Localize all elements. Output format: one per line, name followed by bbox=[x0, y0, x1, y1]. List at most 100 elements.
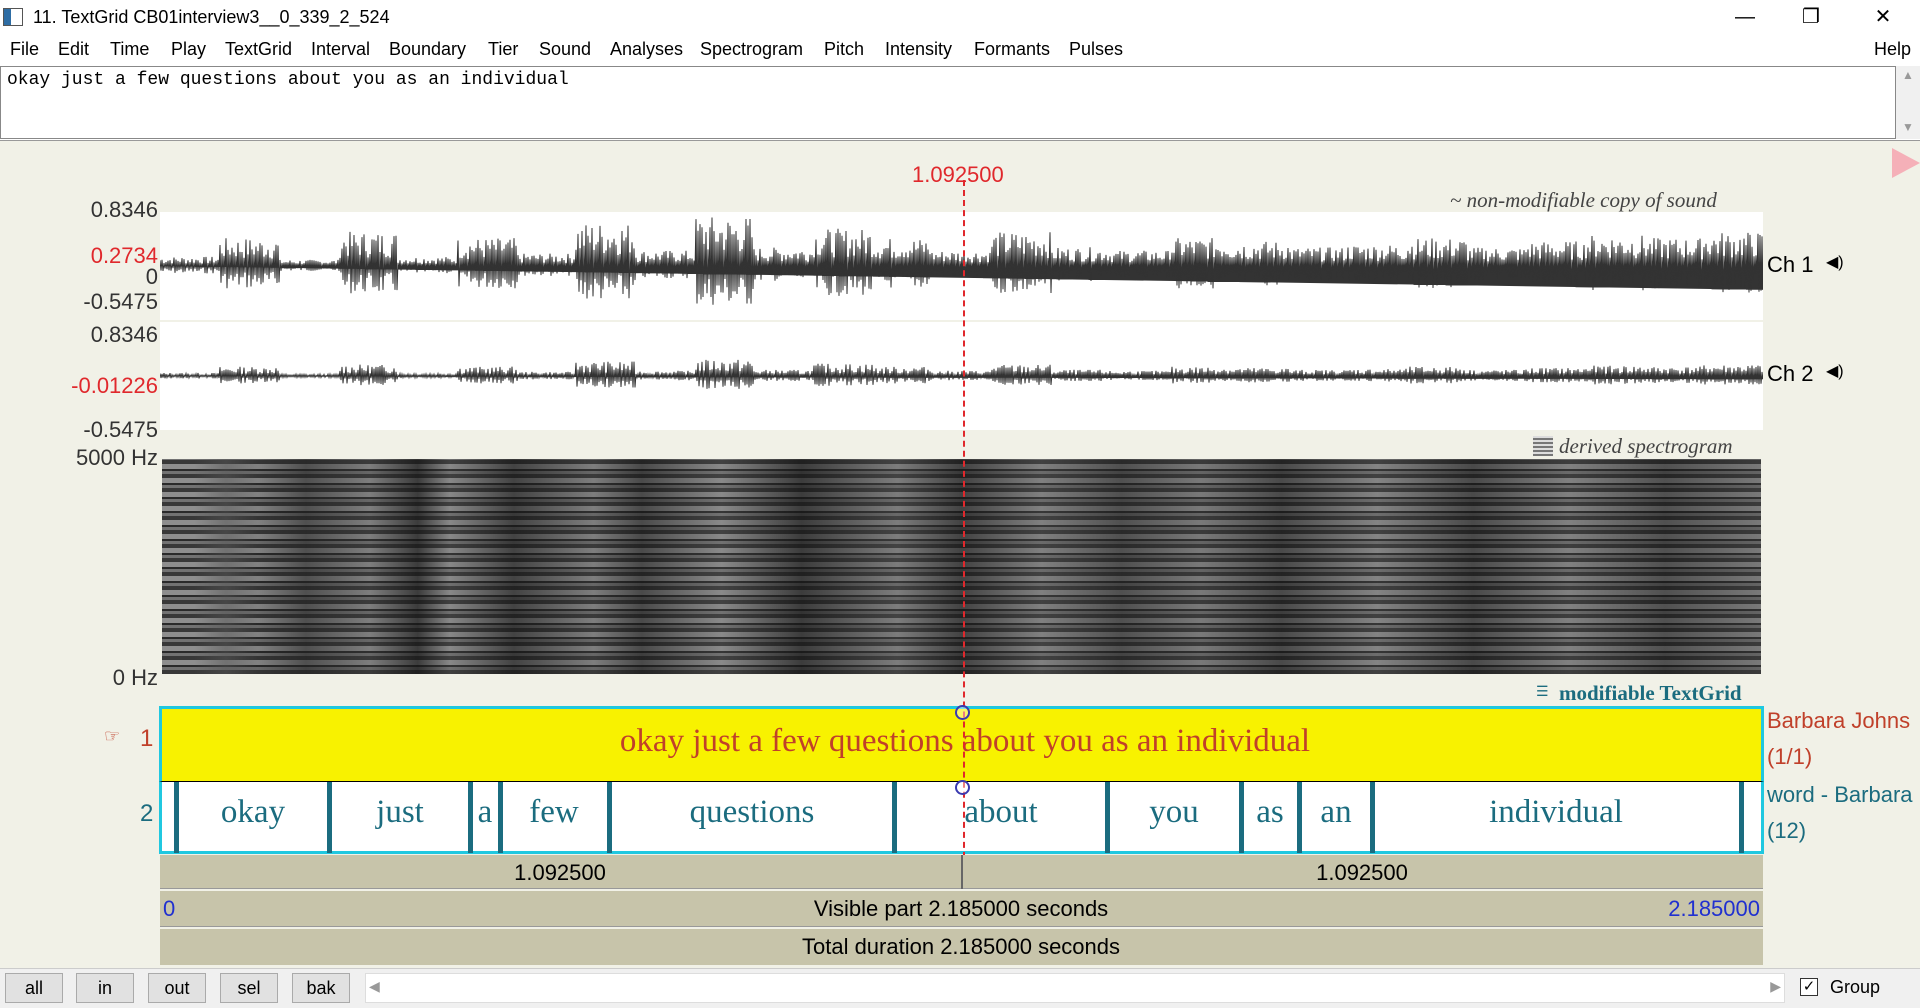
menu-analyses[interactable]: Analyses bbox=[610, 39, 683, 60]
menu-boundary[interactable]: Boundary bbox=[389, 39, 466, 60]
tier2-cursor-handle-icon[interactable] bbox=[955, 780, 970, 795]
spectrogram-image[interactable] bbox=[162, 459, 1761, 674]
menu-edit[interactable]: Edit bbox=[58, 39, 89, 60]
zoom-in-button[interactable]: in bbox=[76, 973, 134, 1003]
group-checkbox[interactable]: ✓ bbox=[1800, 978, 1818, 996]
total-duration-label[interactable]: Total duration 2.185000 seconds bbox=[802, 934, 1120, 960]
tier1-name[interactable]: Barbara Johns bbox=[1767, 708, 1910, 734]
ch1-max-label: 0.8346 bbox=[90, 197, 158, 222]
word-just[interactable]: just bbox=[376, 794, 424, 831]
play-triangle-icon[interactable] bbox=[1892, 148, 1920, 178]
app-icon bbox=[3, 8, 23, 26]
ch2-label: Ch 2 bbox=[1767, 361, 1814, 386]
menu-tier[interactable]: Tier bbox=[488, 39, 518, 60]
menu-textgrid[interactable]: TextGrid bbox=[225, 39, 292, 60]
zoom-sel-button[interactable]: sel bbox=[220, 973, 278, 1003]
selection-divider bbox=[961, 855, 963, 889]
cursor-time-label: 1.092500 bbox=[912, 162, 1004, 187]
word-a[interactable]: a bbox=[478, 794, 493, 831]
word-few[interactable]: few bbox=[529, 794, 578, 831]
restore-button[interactable]: ❐ bbox=[1788, 2, 1834, 32]
minimize-button[interactable]: — bbox=[1722, 2, 1768, 32]
scroll-up-icon[interactable]: ▲ bbox=[1902, 68, 1914, 82]
zoom-out-button[interactable]: out bbox=[148, 973, 206, 1003]
ch1-label: Ch 1 bbox=[1767, 252, 1814, 277]
tier2-number: 2 bbox=[140, 800, 154, 827]
tier1-count: (1/1) bbox=[1767, 744, 1813, 769]
tier2-boundary[interactable] bbox=[174, 782, 179, 853]
ch2-min-label: -0.5475 bbox=[83, 417, 158, 442]
menu-formants[interactable]: Formants bbox=[974, 39, 1050, 60]
selection-bar[interactable]: 1.092500 1.092500 bbox=[160, 855, 1763, 889]
tier1-text[interactable]: okay just a few questions about you as a… bbox=[620, 723, 1310, 760]
tier1-cursor-handle-icon[interactable] bbox=[955, 705, 970, 720]
close-button[interactable]: ✕ bbox=[1860, 2, 1906, 32]
menu-intensity[interactable]: Intensity bbox=[885, 39, 952, 60]
visible-part-label[interactable]: Visible part 2.185000 seconds bbox=[814, 896, 1108, 922]
sound-label: ~ non-modifiable copy of sound bbox=[1450, 188, 1717, 212]
tier2-name[interactable]: word - Barbara bbox=[1767, 782, 1913, 808]
tier2-boundary[interactable] bbox=[327, 782, 332, 853]
tier2-boundary[interactable] bbox=[1297, 782, 1302, 853]
tier2-boundary[interactable] bbox=[1370, 782, 1375, 853]
tier2-boundary[interactable] bbox=[1739, 782, 1744, 853]
spectrogram-top-label: 5000 Hz bbox=[76, 445, 158, 470]
textgrid-icon: ☰ bbox=[1536, 683, 1549, 699]
spectrogram-bottom-label: 0 Hz bbox=[112, 665, 158, 690]
zoom-all-button[interactable]: all bbox=[5, 973, 63, 1003]
total-duration-bar[interactable]: Total duration 2.185000 seconds bbox=[160, 929, 1763, 965]
channel-2-waveform[interactable] bbox=[159, 322, 1764, 430]
textgrid-label: modifiable TextGrid bbox=[1559, 681, 1742, 705]
interval-text-field[interactable]: okay just a few questions about you as a… bbox=[0, 66, 1896, 139]
scroll-right-icon[interactable]: ▶ bbox=[1770, 978, 1781, 995]
word-okay[interactable]: okay bbox=[221, 794, 285, 831]
tier2-boundary[interactable] bbox=[892, 782, 897, 853]
ch1-speaker-icon[interactable]: ◀) bbox=[1826, 252, 1844, 272]
word-individual[interactable]: individual bbox=[1489, 794, 1623, 831]
menu-file[interactable]: File bbox=[10, 39, 39, 60]
selection-left-duration[interactable]: 1.092500 bbox=[514, 860, 606, 886]
scroll-left-icon[interactable]: ◀ bbox=[369, 978, 380, 995]
word-about[interactable]: about bbox=[964, 794, 1037, 831]
tier1-number: 1 bbox=[140, 725, 154, 752]
tier1-pointer-icon: ☞ bbox=[104, 726, 121, 746]
tier2-count: (12) bbox=[1767, 818, 1807, 843]
menu-spectrogram[interactable]: Spectrogram bbox=[700, 39, 803, 60]
menu-pitch[interactable]: Pitch bbox=[824, 39, 864, 60]
tier2-boundary[interactable] bbox=[468, 782, 473, 853]
tier2-boundary[interactable] bbox=[607, 782, 612, 853]
title-bar: 11. TextGrid CB01interview3__0_339_2_524… bbox=[0, 0, 1920, 34]
ch1-min-label: -0.5475 bbox=[83, 289, 158, 314]
tier2-boundary[interactable] bbox=[1239, 782, 1244, 853]
menu-pulses[interactable]: Pulses bbox=[1069, 39, 1123, 60]
selection-right-duration[interactable]: 1.092500 bbox=[1316, 860, 1408, 886]
ch2-speaker-icon[interactable]: ◀) bbox=[1826, 361, 1844, 381]
tier2-boundary[interactable] bbox=[498, 782, 503, 853]
menu-play[interactable]: Play bbox=[171, 39, 206, 60]
channel-2-waveform-svg bbox=[159, 359, 1764, 389]
visible-part-bar[interactable]: 0 Visible part 2.185000 seconds 2.185000 bbox=[160, 891, 1763, 927]
ch1-zero-label: 0 bbox=[145, 264, 158, 289]
bottom-toolbar: all in out sel bak ◀ ▶ ✓ Group bbox=[0, 968, 1920, 1008]
word-questions[interactable]: questions bbox=[690, 794, 815, 831]
text-scrollbar[interactable]: ▲ ▼ bbox=[1896, 66, 1920, 139]
visible-end: 2.185000 bbox=[1668, 896, 1760, 921]
word-you[interactable]: you bbox=[1149, 794, 1199, 831]
tier2-boundary[interactable] bbox=[1105, 782, 1110, 853]
word-as[interactable]: as bbox=[1256, 794, 1284, 831]
zoom-back-button[interactable]: bak bbox=[292, 973, 350, 1003]
word-an[interactable]: an bbox=[1320, 794, 1351, 831]
window-title: 11. TextGrid CB01interview3__0_339_2_524 bbox=[33, 7, 390, 27]
menu-help[interactable]: Help bbox=[1874, 39, 1911, 60]
menu-time[interactable]: Time bbox=[110, 39, 149, 60]
scroll-down-icon[interactable]: ▼ bbox=[1902, 120, 1914, 134]
ch2-max-label: 0.8346 bbox=[90, 322, 158, 347]
channel-1-waveform[interactable] bbox=[159, 212, 1764, 320]
channel-1-waveform-svg bbox=[159, 217, 1764, 305]
time-scrollbar[interactable]: ◀ ▶ bbox=[365, 973, 1785, 1003]
menu-interval[interactable]: Interval bbox=[311, 39, 370, 60]
menu-sound[interactable]: Sound bbox=[539, 39, 591, 60]
visible-start: 0 bbox=[163, 896, 176, 921]
ch2-cursor-value: -0.01226 bbox=[71, 373, 158, 398]
group-label: Group bbox=[1830, 977, 1881, 997]
